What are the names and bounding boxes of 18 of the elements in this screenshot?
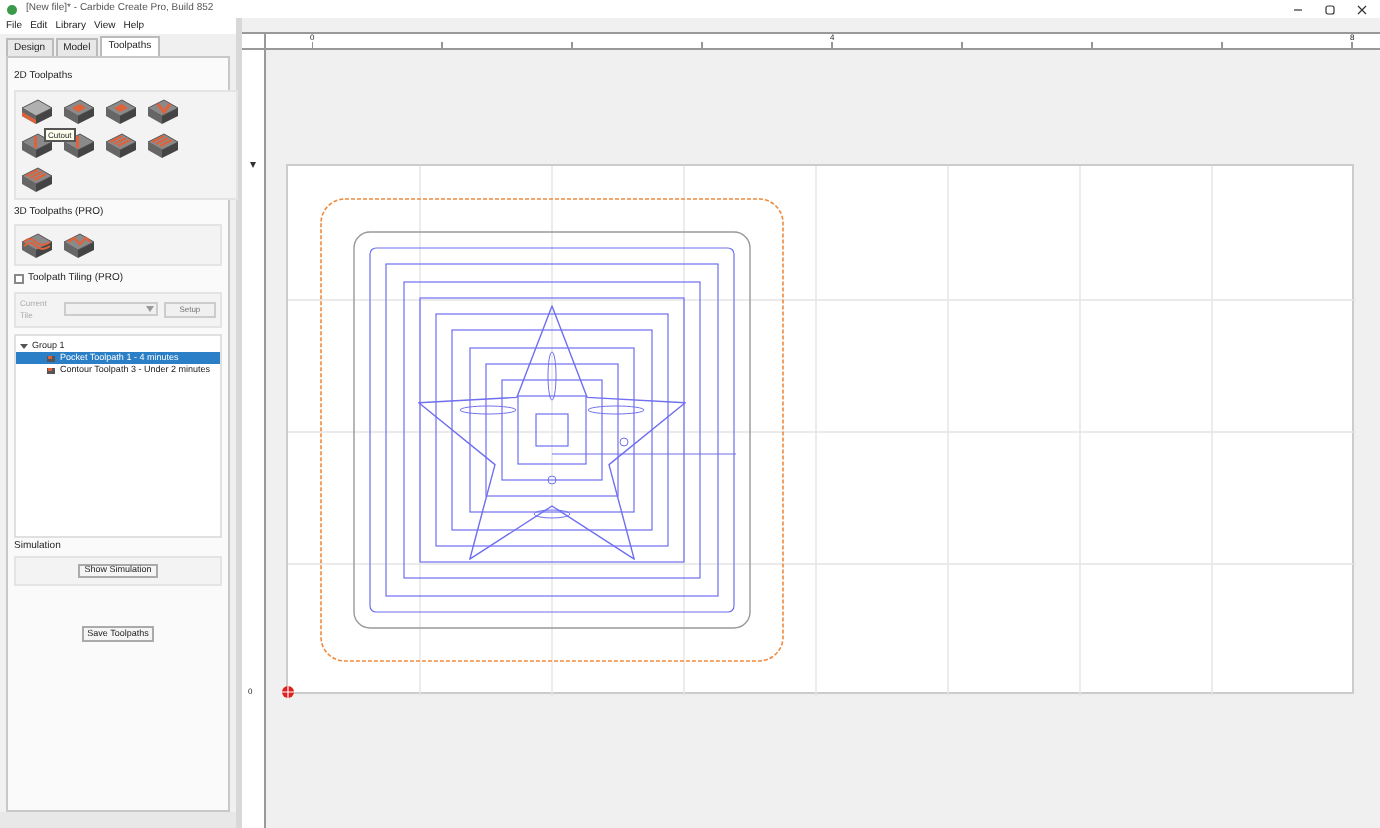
toolpath-icon[interactable] bbox=[20, 95, 54, 125]
tile-dropdown[interactable] bbox=[64, 302, 158, 316]
toolpath-icon[interactable] bbox=[104, 95, 138, 125]
toolpath-icon[interactable] bbox=[20, 230, 54, 260]
checkbox[interactable] bbox=[14, 274, 24, 285]
toolpath-icon[interactable] bbox=[104, 129, 138, 159]
toolpath-icon[interactable] bbox=[62, 95, 96, 125]
toolpath-icon[interactable] bbox=[146, 95, 180, 125]
toolpath-icon[interactable] bbox=[62, 230, 96, 260]
toolpath-icon[interactable] bbox=[20, 163, 54, 193]
toolpath-icon[interactable] bbox=[146, 129, 180, 159]
minimize-icon[interactable] bbox=[1292, 3, 1304, 15]
expand-arrow-icon[interactable] bbox=[20, 341, 28, 350]
close-icon[interactable] bbox=[1356, 3, 1368, 15]
app-logo-icon bbox=[6, 3, 18, 15]
ruler-marker-icon bbox=[250, 162, 256, 168]
caret-icon bbox=[145, 306, 154, 312]
maximize-icon[interactable] bbox=[1324, 3, 1336, 15]
